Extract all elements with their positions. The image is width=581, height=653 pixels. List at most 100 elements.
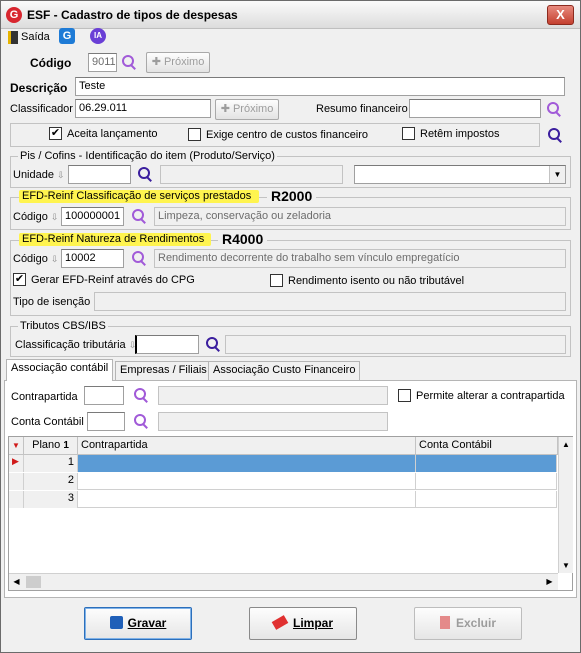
classificador-input[interactable]: 06.29.011: [75, 99, 211, 118]
sort-arrow-icon: ⇩: [50, 212, 59, 222]
aceita-label: Aceita lançamento: [67, 128, 158, 140]
tab-associacao-custo-financeiro[interactable]: Associação Custo Financeiro: [208, 361, 361, 381]
classificador-next-button[interactable]: ✚ Próximo: [215, 99, 279, 120]
exige-label: Exige centro de custos financeiro: [206, 129, 369, 141]
gerar-checkbox[interactable]: ✔: [13, 273, 26, 286]
r2000-tag: R2000: [267, 188, 317, 204]
scroll-left-icon[interactable]: ◀: [9, 574, 24, 590]
plus-icon: ✚: [151, 56, 164, 68]
r2000-codigo-label: Código ⇩: [13, 211, 59, 223]
table-row[interactable]: 3: [9, 491, 557, 508]
tributos-group-label: Tributos CBS/IBS: [18, 320, 108, 332]
r4000-codigo-label: Código ⇩: [13, 253, 59, 265]
exit-icon: [8, 31, 18, 44]
pis-group-label: Pis / Cofins - Identificação do item (Pr…: [18, 150, 277, 162]
r4000-description: Rendimento decorrente do trabalho sem ví…: [154, 249, 566, 268]
permite-label: Permite alterar a contrapartida: [416, 390, 565, 402]
saida-button[interactable]: Saída: [21, 31, 50, 43]
row-plano-cell: 2: [24, 473, 78, 490]
gravar-button[interactable]: Gravar: [84, 607, 192, 640]
grid-header-contrapartida[interactable]: Contrapartida: [78, 437, 416, 455]
close-button[interactable]: X: [547, 5, 574, 25]
tab-associacao-contabil[interactable]: Associação contábil: [6, 359, 114, 381]
row-pointer-icon: ▶: [9, 455, 24, 472]
table-row[interactable]: ▶ 1: [9, 455, 557, 472]
isento-checkbox[interactable]: [270, 274, 283, 287]
r2000-search-icon[interactable]: [132, 209, 146, 223]
unidade-input[interactable]: [68, 165, 131, 184]
retem-checkbox[interactable]: [402, 127, 415, 140]
tipo-isencao-select[interactable]: [94, 292, 566, 311]
scroll-right-icon[interactable]: ▶: [542, 574, 557, 590]
aceita-checkbox[interactable]: ✔: [49, 127, 62, 140]
descricao-input[interactable]: Teste: [75, 77, 565, 96]
limpar-button[interactable]: Limpar: [249, 607, 357, 640]
classificador-next-label: Próximo: [232, 103, 274, 115]
row-conta-cell[interactable]: [416, 473, 557, 490]
association-grid[interactable]: ▼ Plano 1 Contrapartida Conta Contábil ▶…: [8, 436, 573, 591]
app-logo-icon: G: [6, 7, 22, 23]
contrapartida-search-icon[interactable]: [134, 388, 148, 402]
codigo-input[interactable]: 90118: [88, 53, 117, 72]
sort-arrow-icon: ⇩: [50, 254, 59, 264]
contrapartida-label: Contrapartida: [11, 391, 78, 403]
eraser-icon: [271, 615, 289, 630]
gerar-label: Gerar EFD-Reinf através do CPG: [31, 274, 195, 286]
retem-label: Retêm impostos: [420, 128, 500, 140]
r4000-codigo-input[interactable]: 10002: [61, 249, 124, 268]
isento-label: Rendimento isento ou não tributável: [288, 275, 465, 287]
pis-select[interactable]: ▼: [354, 165, 566, 184]
row-contrapartida-cell[interactable]: [78, 455, 416, 472]
scroll-down-icon[interactable]: ▼: [559, 558, 573, 573]
codigo-next-button[interactable]: ✚ Próximo: [146, 52, 210, 73]
contrapartida-input[interactable]: [84, 386, 124, 405]
classificacao-description: [225, 335, 566, 354]
r4000-search-icon[interactable]: [132, 251, 146, 265]
table-row[interactable]: 2: [9, 473, 557, 490]
r2000-description: Limpeza, conservação ou zeladoria: [154, 207, 566, 226]
conta-contabil-search-icon[interactable]: [134, 414, 148, 428]
codigo-next-label: Próximo: [163, 56, 205, 68]
permite-checkbox[interactable]: [398, 389, 411, 402]
horizontal-scrollbar[interactable]: ◀ ▶: [9, 573, 558, 590]
resumo-search-icon[interactable]: [547, 102, 561, 116]
sort-icon: 1: [63, 440, 69, 451]
window-title: ESF - Cadastro de tipos de despesas: [27, 8, 238, 22]
codigo-search-icon[interactable]: [122, 55, 136, 69]
classificacao-input[interactable]: [135, 335, 199, 354]
vertical-scrollbar[interactable]: ▲ ▼: [558, 437, 573, 573]
g-button[interactable]: G: [59, 28, 75, 44]
grid-indicator-header: ▼: [9, 437, 24, 455]
row-contrapartida-cell[interactable]: [78, 491, 416, 508]
excluir-button[interactable]: Excluir: [414, 607, 522, 640]
conta-contabil-input[interactable]: [87, 412, 125, 431]
row-contrapartida-cell[interactable]: [78, 473, 416, 490]
r4000-group-label: EFD-Reinf Natureza de Rendimentos: [22, 233, 205, 245]
trash-icon: [439, 616, 450, 629]
unidade-label: Unidade ⇩: [13, 169, 65, 181]
r2000-codigo-input[interactable]: 100000001: [61, 207, 124, 226]
scroll-thumb[interactable]: [26, 576, 41, 588]
grid-header-plano[interactable]: Plano 1: [24, 437, 78, 455]
descricao-label: Descrição: [10, 81, 68, 95]
resumo-input[interactable]: [409, 99, 541, 118]
window: G ESF - Cadastro de tipos de despesas X …: [0, 0, 581, 653]
row-plano-cell: 1: [24, 455, 78, 472]
grid-header-conta-contabil[interactable]: Conta Contábil: [416, 437, 558, 455]
chevron-down-icon[interactable]: ▼: [549, 166, 565, 183]
tab-empresas-filiais[interactable]: Empresas / Filiais: [115, 361, 212, 381]
conta-contabil-label: Conta Contábil: [11, 416, 84, 428]
exige-checkbox[interactable]: [188, 128, 201, 141]
r4000-tag: R4000: [218, 231, 268, 247]
zoom-in-icon[interactable]: [548, 128, 562, 142]
tipo-isencao-label: Tipo de isenção: [13, 296, 91, 308]
classificacao-label: Classificação tributária ⇩: [15, 339, 137, 351]
row-conta-cell[interactable]: [416, 491, 557, 508]
scroll-up-icon[interactable]: ▲: [559, 437, 573, 452]
row-conta-cell[interactable]: [416, 455, 557, 472]
ia-button[interactable]: IA: [90, 28, 106, 44]
classificacao-search-icon[interactable]: [206, 337, 220, 351]
row-plano-cell: 3: [24, 491, 78, 508]
classificador-label: Classificador: [10, 103, 73, 115]
unidade-search-icon[interactable]: [138, 167, 152, 181]
